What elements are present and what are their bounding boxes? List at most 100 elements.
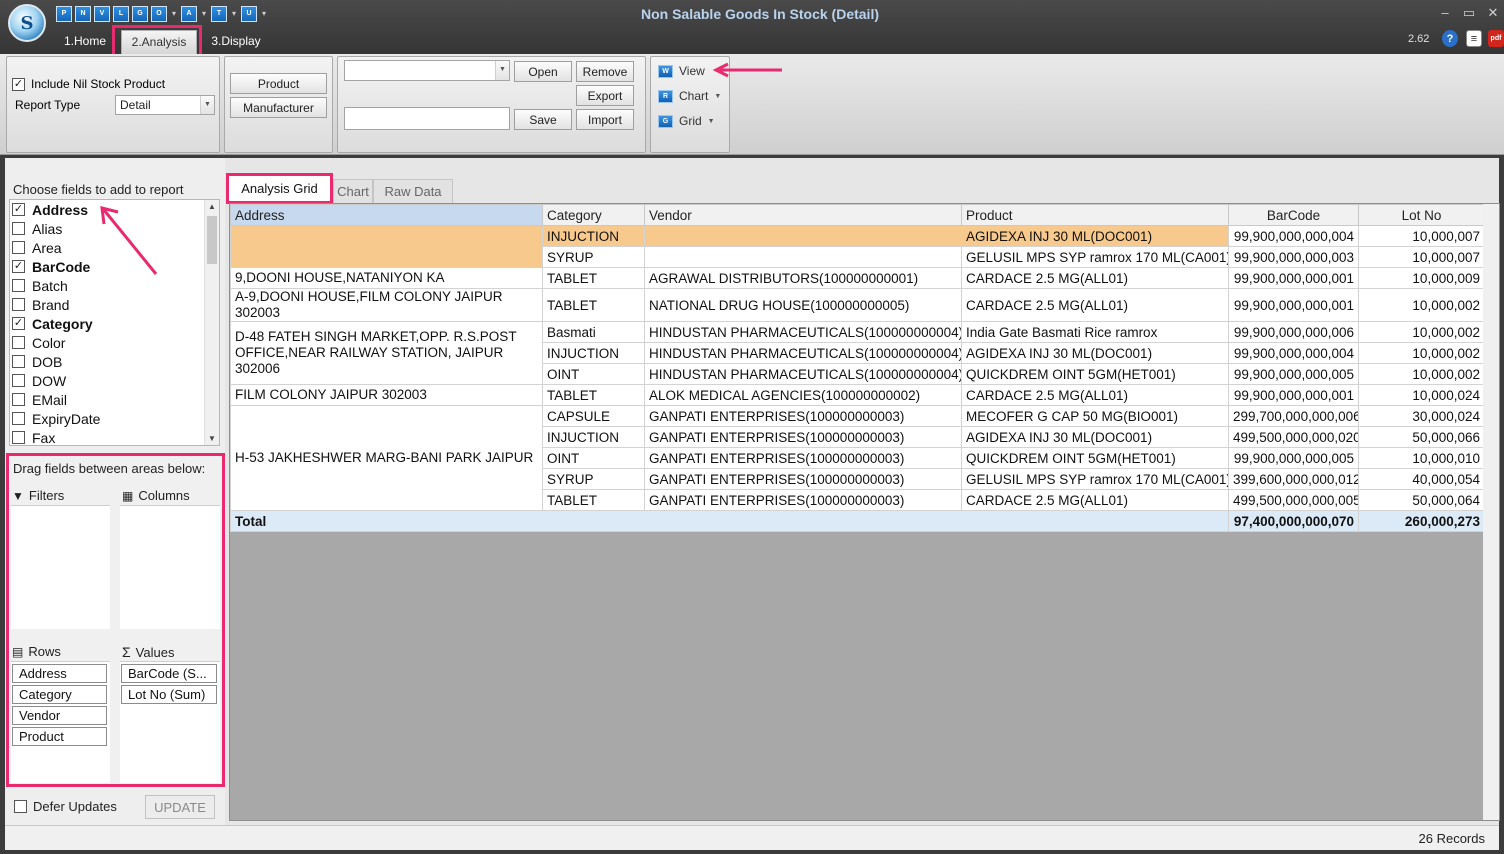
tab-home[interactable]: 1.Home <box>58 30 112 54</box>
view-button[interactable]: W View <box>658 61 705 81</box>
chevron-down-icon[interactable]: ▾ <box>170 9 178 18</box>
cell-lot-no[interactable]: 10,000,009 <box>1358 267 1485 289</box>
column-header-address[interactable]: Address <box>230 204 543 226</box>
chevron-down-icon[interactable]: ▼ <box>714 93 721 100</box>
cell-category[interactable]: TABLET <box>542 288 645 322</box>
cell-barcode[interactable]: 99,900,000,000,003 <box>1228 246 1359 268</box>
scroll-thumb[interactable] <box>207 216 217 264</box>
area-field-chip[interactable]: Category <box>12 685 107 704</box>
cell-barcode[interactable]: 99,900,000,000,001 <box>1228 267 1359 289</box>
cell-barcode[interactable]: 99,900,000,000,006 <box>1228 321 1359 343</box>
column-header-lot-no[interactable]: Lot No <box>1358 204 1485 226</box>
cell-vendor[interactable]: NATIONAL DRUG HOUSE(100000000005) <box>644 288 962 322</box>
product-button[interactable]: Product <box>230 73 327 94</box>
cell-vendor[interactable]: HINDUSTAN PHARMACEUTICALS(100000000004) <box>644 363 962 385</box>
cell-product[interactable]: CARDACE 2.5 MG(ALL01) <box>961 267 1229 289</box>
cell-product[interactable]: India Gate Basmati Rice ramrox <box>961 321 1229 343</box>
field-item[interactable]: ExpiryDate <box>12 409 100 428</box>
tab-display[interactable]: 3.Display <box>206 30 266 54</box>
table-row[interactable]: FILM COLONY JAIPUR 302003 TABLET ALOK MEDI… <box>230 384 1485 406</box>
rows-drop-area[interactable]: Address Category Vendor Product <box>11 661 110 783</box>
layout-name-input[interactable] <box>344 107 510 130</box>
cell-category[interactable]: SYRUP <box>542 246 645 268</box>
checkbox-icon[interactable] <box>12 355 25 368</box>
include-nil-stock-checkbox[interactable]: ✓ Include Nil Stock Product <box>12 77 165 91</box>
tab-analysis-grid[interactable]: Analysis Grid <box>226 173 333 204</box>
cell-product[interactable]: AGIDEXA INJ 30 ML(DOC001) <box>961 225 1229 247</box>
tab-raw-data[interactable]: Raw Data <box>373 179 453 203</box>
cell-product[interactable]: QUICKDREM OINT 5GM(HET001) <box>961 447 1229 469</box>
row-header-address[interactable]: FILM COLONY JAIPUR 302003 <box>230 384 543 406</box>
update-button[interactable]: UPDATE <box>145 795 215 819</box>
export-button[interactable]: Export <box>576 85 634 106</box>
app-logo-icon[interactable]: S <box>8 4 46 42</box>
quick-access-button[interactable]: N <box>75 5 91 22</box>
cell-product[interactable]: QUICKDREM OINT 5GM(HET001) <box>961 363 1229 385</box>
column-header-barcode[interactable]: BarCode <box>1228 204 1359 226</box>
cell-lot-no[interactable]: 40,000,054 <box>1358 468 1485 490</box>
area-field-chip[interactable]: Vendor <box>12 706 107 725</box>
cell-lot-no[interactable]: 10,000,002 <box>1358 342 1485 364</box>
report-type-select[interactable]: Detail ▼ <box>115 95 215 115</box>
cell-category[interactable]: Basmati <box>542 321 645 343</box>
field-item[interactable]: ✓ Category <box>12 314 93 333</box>
checkbox-icon[interactable] <box>12 279 25 292</box>
cell-lot-no[interactable]: 10,000,007 <box>1358 225 1485 247</box>
manufacturer-button[interactable]: Manufacturer <box>230 97 327 118</box>
field-item[interactable]: Alias <box>12 219 62 238</box>
area-field-chip[interactable]: Address <box>12 664 107 683</box>
cell-lot-no[interactable]: 50,000,066 <box>1358 426 1485 448</box>
checkbox-icon[interactable] <box>12 298 25 311</box>
cell-barcode[interactable]: 99,900,000,000,005 <box>1228 363 1359 385</box>
cell-product[interactable]: MECOFER G CAP 50 MG(BIO001) <box>961 405 1229 427</box>
chevron-down-icon[interactable]: ▼ <box>495 61 509 80</box>
chevron-down-icon[interactable]: ▾ <box>260 9 268 18</box>
chevron-down-icon[interactable]: ▼ <box>200 96 214 114</box>
chevron-down-icon[interactable]: ▼ <box>708 118 715 125</box>
quick-access-button[interactable]: P <box>56 5 72 22</box>
pdf-icon[interactable]: pdf <box>1488 30 1504 47</box>
columns-drop-area[interactable] <box>120 505 220 629</box>
cell-vendor[interactable] <box>644 225 962 247</box>
area-field-chip[interactable]: Lot No (Sum) <box>121 685 217 704</box>
cell-vendor[interactable]: GANPATI ENTERPRISES(100000000003) <box>644 468 962 490</box>
cell-lot-no[interactable]: 30,000,024 <box>1358 405 1485 427</box>
table-row[interactable]: A-9,DOONI HOUSE,FILM COLONY JAIPUR 30200… <box>230 288 1485 322</box>
field-item[interactable]: Area <box>12 238 62 257</box>
cell-product[interactable]: GELUSIL MPS SYP ramrox 170 ML(CA001) <box>961 246 1229 268</box>
field-item[interactable]: Brand <box>12 295 69 314</box>
table-row[interactable]: INJUCTION AGIDEXA INJ 30 ML(DOC001) 99,900… <box>230 225 1485 268</box>
quick-access-button[interactable]: T <box>211 5 227 22</box>
quick-access-button[interactable]: O <box>151 5 167 22</box>
open-button[interactable]: Open <box>514 61 572 82</box>
cell-category[interactable]: INJUCTION <box>542 342 645 364</box>
row-header-address[interactable]: A-9,DOONI HOUSE,FILM COLONY JAIPUR 30200… <box>230 288 543 322</box>
chevron-down-icon[interactable]: ▾ <box>200 9 208 18</box>
checkbox-icon[interactable] <box>12 374 25 387</box>
column-header-vendor[interactable]: Vendor <box>644 204 962 226</box>
field-item[interactable]: EMail <box>12 390 67 409</box>
cell-vendor[interactable]: ALOK MEDICAL AGENCIES(100000000002) <box>644 384 962 406</box>
table-row[interactable]: H-53 JAKHESHWER MARG-BANI PARK JAIPUR CAP… <box>230 405 1485 511</box>
area-field-chip[interactable]: BarCode (S... <box>121 664 217 683</box>
grid-button[interactable]: G Grid ▼ <box>658 111 715 131</box>
checkbox-icon[interactable] <box>12 412 25 425</box>
pivot-grid[interactable]: Address Category Vendor Product BarCode … <box>230 204 1485 532</box>
area-field-chip[interactable]: Product <box>12 727 107 746</box>
table-row[interactable]: D-48 FATEH SINGH MARKET,OPP. R.S.POST OF… <box>230 321 1485 385</box>
field-list-scrollbar[interactable]: ▲ ▼ <box>204 200 219 445</box>
field-item[interactable]: Color <box>12 333 65 352</box>
field-item[interactable]: Fax <box>12 428 55 445</box>
document-icon[interactable]: ≡ <box>1466 30 1482 47</box>
row-header-address[interactable]: 9,DOONI HOUSE,NATANIYON KA <box>230 267 543 289</box>
close-icon[interactable]: ✕ <box>1482 4 1504 22</box>
cell-barcode[interactable]: 99,900,000,000,001 <box>1228 384 1359 406</box>
cell-barcode[interactable]: 99,900,000,000,001 <box>1228 288 1359 322</box>
cell-product[interactable]: CARDACE 2.5 MG(ALL01) <box>961 489 1229 511</box>
checkbox-checked-icon[interactable]: ✓ <box>12 317 25 330</box>
help-icon[interactable]: ? <box>1442 30 1458 47</box>
cell-barcode[interactable]: 99,900,000,000,004 <box>1228 225 1359 247</box>
field-item[interactable]: ✓ BarCode <box>12 257 90 276</box>
cell-lot-no[interactable]: 10,000,010 <box>1358 447 1485 469</box>
row-header-address[interactable]: H-53 JAKHESHWER MARG-BANI PARK JAIPUR <box>230 405 543 511</box>
